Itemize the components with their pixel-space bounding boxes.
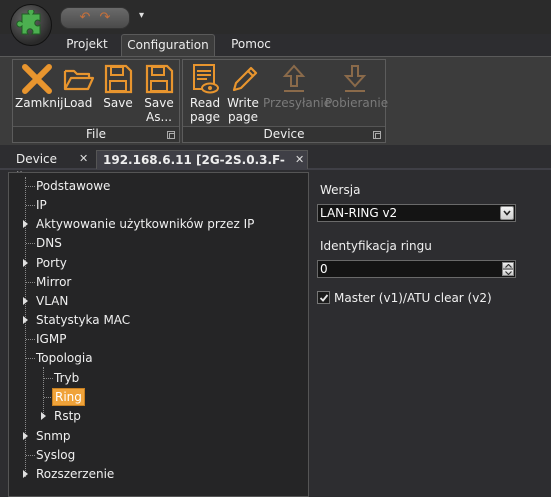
read-page-label-line2: page [190,110,220,124]
tree-guide-line [26,455,35,456]
ribbon-tab-bar: Projekt Configuration Pomoc [0,34,551,56]
tree-item-rozszerzenie[interactable]: Rozszerzenie [36,465,114,484]
checkmark-icon [319,294,329,302]
tree-item-rstp[interactable]: Rstp [54,407,81,426]
save-button-label: Save [103,96,133,110]
tree-item-vlan[interactable]: VLAN [36,292,68,311]
quick-access-toolbar: ↶ ↷ [60,7,130,29]
upload-arrow-icon [282,64,306,92]
tree-item-porty[interactable]: Porty [36,254,67,273]
file-group-title: File [85,127,107,141]
expand-arrow-icon[interactable] [23,220,28,228]
close-button-label: Zamknij [15,96,64,110]
device-group-label: Device [183,126,385,142]
close-tab-icon[interactable]: ✕ [295,151,304,169]
read-page-button[interactable]: Read page [185,62,225,124]
ring-id-value: 0 [320,262,328,276]
device-group-title: Device [263,127,305,141]
expand-arrow-icon[interactable] [23,316,28,324]
tree-item-tryb[interactable]: Tryb [54,369,79,388]
save-as-button[interactable]: Save As... [139,62,179,124]
file-group-launcher-icon[interactable] [167,131,175,139]
load-button[interactable]: Load [59,62,97,110]
tree-item-podstawowe[interactable]: Podstawowe [36,177,110,196]
download-button[interactable]: Pobieranie [325,62,389,110]
version-select[interactable]: LAN-RING v2 [317,204,516,222]
document-tab-bar: Device list ✕ 192.168.6.11 [2G-2S.0.3.F-… [0,148,551,185]
read-page-icon [193,64,219,94]
redo-icon[interactable]: ↷ [97,10,113,26]
version-label: Wersja [320,183,361,197]
tab-device-config[interactable]: 192.168.6.11 [2G-2S.0.3.F-BOX-PoE] ✕ [96,150,308,185]
quick-access-dropdown-icon[interactable]: ▾ [139,10,149,24]
close-x-icon [22,64,52,94]
download-arrow-icon [343,65,367,92]
file-group-label: File [13,126,179,142]
tab-projekt[interactable]: Projekt [58,34,116,56]
version-select-value: LAN-RING v2 [320,206,398,220]
write-page-button[interactable]: Write page [225,62,261,124]
chevron-down-icon[interactable] [500,206,514,220]
upload-label: Przesyłanie [263,96,332,110]
master-checkbox-label[interactable]: Master (v1)/ATU clear (v2) [334,291,492,305]
save-as-label-line1: Save [144,96,174,110]
tree-item-topologia[interactable]: Topologia [36,349,93,368]
tree-guide-line [44,378,53,379]
save-as-label-line2: As... [146,110,172,124]
tree-guide-line [26,282,35,283]
tree-item-igmp[interactable]: IGMP [36,330,66,349]
tree-guide-line [26,358,35,359]
application-menu-button[interactable] [10,4,52,46]
title-bar: ↶ ↷ ▾ [0,0,551,36]
upload-button[interactable]: Przesyłanie [263,62,331,110]
master-checkbox[interactable] [317,291,330,304]
close-tab-icon[interactable]: ✕ [79,152,88,165]
tree-item-ring[interactable]: Ring [52,388,85,406]
ring-settings-panel: Wersja LAN-RING v2 Identyfikacja ringu 0… [310,172,551,497]
ring-id-label: Identyfikacja ringu [320,239,432,253]
puzzle-logo-icon [16,10,41,35]
file-group: Zamknij Load Save Save As... File [12,59,180,143]
load-button-label: Load [63,96,93,110]
tree-guide-line [26,243,35,244]
tab-configuration[interactable]: Configuration [121,34,215,56]
tree-item-ip[interactable]: IP [36,196,47,215]
write-page-label-line1: Write [227,96,259,110]
expand-arrow-icon[interactable] [23,297,28,305]
expand-arrow-icon[interactable] [23,432,28,440]
download-label: Pobieranie [325,96,389,110]
floppy-disk-save-as-icon [145,64,174,94]
spin-up-icon[interactable] [502,262,514,269]
read-page-label-line1: Read [189,96,221,110]
settings-tree: Podstawowe IP Aktywowanie użytkowników p… [8,172,309,497]
folder-open-icon [63,69,95,91]
write-page-label-line2: page [228,110,258,124]
tab-pomoc[interactable]: Pomoc [222,34,280,56]
expand-arrow-icon[interactable] [41,412,46,420]
device-group-launcher-icon[interactable] [373,131,381,139]
tree-guide-line [26,205,35,206]
close-button[interactable]: Zamknij [15,62,64,110]
tree-item-dns[interactable]: DNS [36,234,62,253]
device-group: Read page Write page Przesyłanie Pobiera… [182,59,389,143]
tree-guide-line [43,367,44,417]
floppy-disk-icon [104,64,133,94]
ring-id-stepper[interactable]: 0 [317,260,516,278]
save-button[interactable]: Save [99,62,137,110]
tree-item-statystyka-mac[interactable]: Statystyka MAC [36,311,130,330]
spin-down-icon[interactable] [502,269,514,276]
tree-guide-line [26,186,35,187]
ribbon: Zamknij Load Save Save As... File Read p… [0,56,551,145]
tree-item-syslog[interactable]: Syslog [36,446,75,465]
tree-item-snmp[interactable]: Snmp [36,427,71,446]
tree-guide-line [26,339,35,340]
tree-item-mirror[interactable]: Mirror [36,273,71,292]
tree-item-aktywowanie[interactable]: Aktywowanie użytkowników przez IP [36,215,254,234]
undo-icon[interactable]: ↶ [77,10,93,26]
expand-arrow-icon[interactable] [23,470,28,478]
expand-arrow-icon[interactable] [23,259,28,267]
pencil-icon [232,66,258,92]
tab-device-list[interactable]: Device list [10,150,72,184]
